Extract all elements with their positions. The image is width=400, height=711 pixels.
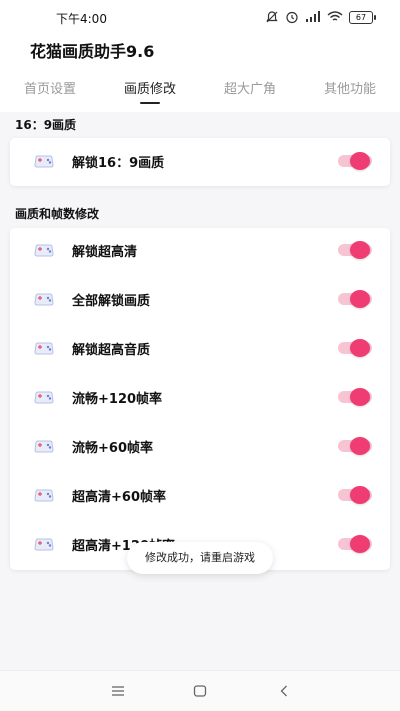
gamepad-icon	[34, 538, 54, 551]
toggle-switch[interactable]	[338, 241, 372, 259]
item-label: 流畅+120帧率	[72, 392, 163, 407]
toast-message: 修改成功，请重启游戏	[127, 542, 273, 574]
menu-icon[interactable]	[110, 683, 126, 699]
alarm-icon	[286, 11, 298, 24]
gamepad-icon	[34, 293, 54, 306]
tab-other-functions[interactable]: 其他功能	[300, 78, 400, 97]
item-label: 超高清+60帧率	[72, 490, 166, 505]
status-icons: 67	[265, 9, 376, 25]
list-item: 流畅+60帧率	[10, 431, 390, 461]
toggle-switch[interactable]	[338, 535, 372, 553]
item-label: 解锁超高清	[72, 245, 138, 260]
toggle-switch[interactable]	[338, 437, 372, 455]
item-label: 解锁16：9画质	[72, 156, 165, 171]
section-title-quality-fps: 画质和帧数修改	[15, 207, 100, 221]
section-title-16-9: 16：9画质	[15, 118, 77, 132]
wifi-icon	[327, 11, 343, 21]
gamepad-icon	[34, 440, 54, 453]
gamepad-icon	[34, 489, 54, 502]
item-label: 解锁超高音质	[72, 343, 151, 358]
app-header: 花猫画质助手9.6 首页设置 画质修改 超大广角 其他功能	[0, 34, 400, 112]
back-icon[interactable]	[276, 683, 292, 699]
signal-icon	[306, 11, 320, 22]
toggle-switch[interactable]	[338, 290, 372, 308]
toggle-switch[interactable]	[338, 486, 372, 504]
status-bar: 下午4:00 67	[0, 0, 400, 34]
navigation-bar	[0, 670, 400, 711]
notifications-off-icon	[266, 11, 278, 23]
active-tab-indicator	[140, 102, 160, 104]
gamepad-icon	[34, 342, 54, 355]
toggle-switch[interactable]	[338, 152, 372, 170]
app-title: 花猫画质助手9.6	[30, 42, 155, 61]
gamepad-icon	[34, 244, 54, 257]
item-label: 全部解锁画质	[72, 294, 151, 309]
battery-icon: 67	[349, 10, 376, 24]
item-label: 流畅+60帧率	[72, 441, 153, 456]
toggle-switch[interactable]	[338, 339, 372, 357]
card-quality-fps: 解锁超高清 全部解锁画质 解锁超高音质 流畅+120帧率 流畅+60帧率 超高清…	[10, 228, 390, 570]
list-item: 解锁超高清	[10, 235, 390, 265]
gamepad-icon	[34, 391, 54, 404]
tab-quality-modify[interactable]: 画质修改	[100, 78, 200, 97]
tab-wide-angle[interactable]: 超大广角	[200, 78, 300, 97]
list-item: 解锁16：9画质	[10, 146, 390, 176]
list-item: 流畅+120帧率	[10, 382, 390, 412]
list-item: 全部解锁画质	[10, 284, 390, 314]
gamepad-icon	[34, 155, 54, 168]
status-time: 下午4:00	[56, 12, 107, 26]
card-16-9: 解锁16：9画质	[10, 138, 390, 186]
tab-home-settings[interactable]: 首页设置	[0, 78, 100, 97]
home-icon[interactable]	[192, 683, 208, 699]
list-item: 解锁超高音质	[10, 333, 390, 363]
toggle-switch[interactable]	[338, 388, 372, 406]
battery-level: 67	[349, 10, 373, 24]
tab-bar: 首页设置 画质修改 超大广角 其他功能	[0, 78, 400, 106]
list-item: 超高清+60帧率	[10, 480, 390, 510]
